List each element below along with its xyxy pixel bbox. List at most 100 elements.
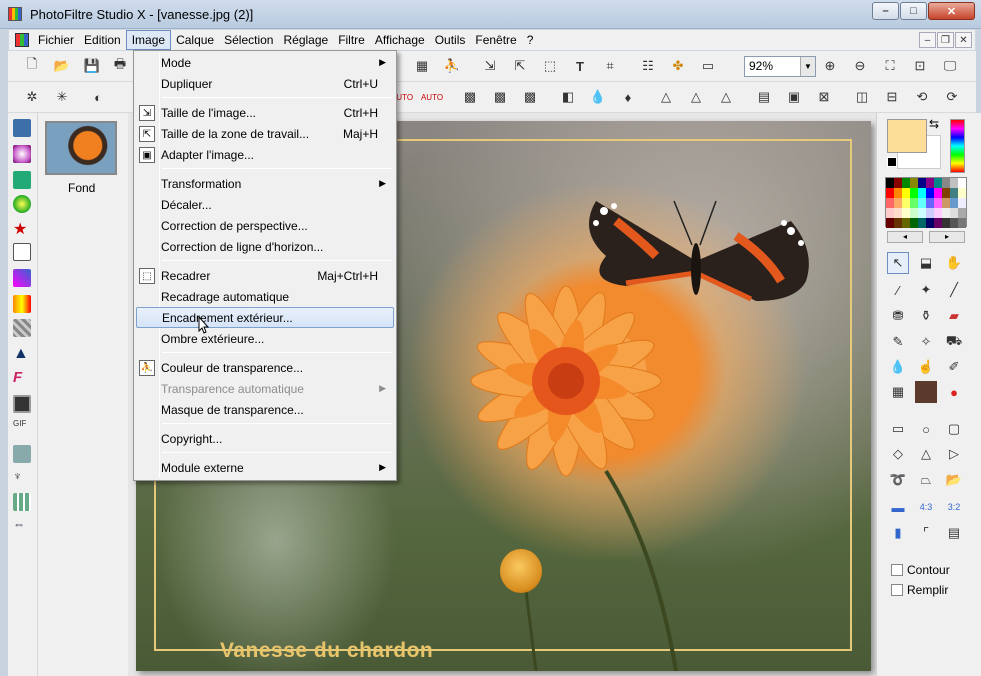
menu-item-transformation[interactable]: Transformation ▶	[136, 173, 394, 194]
sharpen-icon[interactable]: ♦	[618, 87, 638, 107]
menu-item-couleur-transparence[interactable]: ⛹ Couleur de transparence...	[136, 357, 394, 378]
menu-help[interactable]: ?	[522, 31, 539, 49]
save-icon[interactable]: 💾	[82, 56, 102, 76]
polygon-icon[interactable]: ⏢	[915, 469, 937, 491]
rectangle-shape-icon[interactable]: ▭	[887, 418, 909, 440]
wand-icon[interactable]	[13, 171, 31, 189]
palette-next-button[interactable]: ▸	[929, 231, 965, 243]
palette-swatch[interactable]	[910, 208, 918, 218]
lasso-icon[interactable]: ➰	[887, 469, 909, 491]
screen-icon[interactable]: ▣	[784, 87, 804, 107]
zoom-out-icon[interactable]: ⊖	[850, 56, 870, 76]
palette-swatch[interactable]	[934, 178, 942, 188]
palette-swatch[interactable]	[918, 198, 926, 208]
palette-swatch[interactable]	[958, 208, 966, 218]
gif-icon[interactable]: GIF	[13, 419, 31, 437]
palette-swatch[interactable]	[886, 178, 894, 188]
palette-swatch[interactable]	[934, 198, 942, 208]
menu-item-mode[interactable]: Mode ▶	[136, 52, 394, 73]
window-frame-icon[interactable]: ▤	[943, 522, 965, 544]
mountain-icon[interactable]: ▲	[13, 345, 31, 363]
menu-calque[interactable]: Calque	[171, 31, 219, 49]
line-tool-icon[interactable]: ╱	[943, 279, 965, 301]
rounded-rect-shape-icon[interactable]: ▢	[943, 418, 965, 440]
mdi-restore-button[interactable]: ❐	[937, 32, 954, 48]
palette-swatch[interactable]	[926, 208, 934, 218]
mosaic-green-icon[interactable]: ▩	[520, 87, 540, 107]
brightness-up-icon[interactable]: ✳	[52, 87, 72, 107]
menu-affichage[interactable]: Affichage	[370, 31, 430, 49]
palette-swatch[interactable]	[886, 208, 894, 218]
fullscreen-icon[interactable]: 🖵	[940, 56, 960, 76]
fill-checkbox[interactable]: Remplir	[891, 583, 948, 597]
resize-tool-icon[interactable]: ⇲	[480, 56, 500, 76]
flip-horizontal-icon[interactable]: ◫	[852, 87, 872, 107]
selection-tool-icon[interactable]: ⬚	[540, 56, 560, 76]
clone-icon[interactable]: ✐	[943, 356, 965, 378]
stamp-icon[interactable]: ⛟	[943, 331, 965, 353]
palette-swatch[interactable]	[958, 198, 966, 208]
palette-swatch[interactable]	[894, 198, 902, 208]
flip-vertical-icon[interactable]: ⊟	[882, 87, 902, 107]
palette-swatch[interactable]	[950, 208, 958, 218]
menu-item-recadrer[interactable]: ⬚ Recadrer Maj+Ctrl+H	[136, 265, 394, 286]
palette-swatch[interactable]	[918, 178, 926, 188]
palette-swatch[interactable]	[894, 218, 902, 228]
reset-colors-icon[interactable]	[887, 157, 897, 167]
palette-swatch[interactable]	[886, 218, 894, 228]
close-button[interactable]: ✕	[928, 2, 975, 20]
page-icon[interactable]	[13, 243, 31, 261]
compare-icon[interactable]: ⇔	[13, 517, 31, 535]
palette-swatch[interactable]	[910, 178, 918, 188]
palette-swatch[interactable]	[942, 188, 950, 198]
palette-swatch[interactable]	[926, 178, 934, 188]
blur-icon[interactable]: ◧	[558, 87, 578, 107]
color-palette[interactable]	[885, 177, 967, 228]
palette-swatch[interactable]	[934, 188, 942, 198]
deform-icon[interactable]: ▦	[887, 381, 909, 403]
smudge-icon[interactable]: ☝	[915, 356, 937, 378]
menu-edition[interactable]: Edition	[79, 31, 126, 49]
palette-swatch[interactable]	[934, 218, 942, 228]
menu-item-adapter[interactable]: ▣ Adapter l'image...	[136, 144, 394, 165]
menu-item-encadrement[interactable]: Encadrement extérieur...	[136, 307, 394, 328]
contour-checkbox-box[interactable]	[891, 564, 903, 576]
print-icon[interactable]: 🖶	[110, 56, 130, 76]
color-spectrum[interactable]	[950, 119, 965, 173]
fire-icon[interactable]	[13, 295, 31, 313]
menu-reglage[interactable]: Réglage	[278, 31, 333, 49]
menu-item-dupliquer[interactable]: Dupliquer Ctrl+U	[136, 73, 394, 94]
mosaic-brown-icon[interactable]: ▩	[490, 87, 510, 107]
vertical-fit-icon[interactable]: ▮	[887, 522, 909, 544]
menu-outils[interactable]: Outils	[430, 31, 471, 49]
font-icon[interactable]: F	[13, 369, 31, 387]
ratio-32-icon[interactable]: 3:2	[943, 496, 965, 518]
mdi-close-button[interactable]: ✕	[955, 32, 972, 48]
palette-swatch[interactable]	[918, 218, 926, 228]
palette-prev-button[interactable]: ◂	[887, 231, 923, 243]
sphere-icon[interactable]	[13, 195, 31, 213]
palette-swatch[interactable]	[950, 178, 958, 188]
menu-item-ombre[interactable]: Ombre extérieure...	[136, 328, 394, 349]
zoom-in-icon[interactable]: ⊕	[820, 56, 840, 76]
horizontal-fit-icon[interactable]: ▬	[887, 496, 909, 518]
transform-tool-icon[interactable]: ⌗	[600, 56, 620, 76]
triangle-shape-icon[interactable]: △	[915, 443, 937, 465]
palette-icon[interactable]: ▦	[412, 56, 432, 76]
pointer-tool-icon[interactable]: ↖	[887, 252, 909, 274]
run-icon[interactable]: ⛹	[442, 56, 462, 76]
menu-item-masque[interactable]: Masque de transparence...	[136, 399, 394, 420]
scanner-icon[interactable]	[13, 445, 31, 463]
fill-checkbox-box[interactable]	[891, 584, 903, 596]
effect-brush-icon[interactable]: ✧	[915, 331, 937, 353]
palette-swatch[interactable]	[958, 188, 966, 198]
menu-item-transparence-auto[interactable]: Transparence automatique ▶	[136, 378, 394, 399]
ratio-43-icon[interactable]: 4:3	[915, 496, 937, 518]
menu-item-recadrage-auto[interactable]: Recadrage automatique	[136, 286, 394, 307]
hand-tool-icon[interactable]: ✋	[943, 252, 965, 274]
palette-swatch[interactable]	[902, 208, 910, 218]
batch-icon[interactable]	[13, 493, 31, 511]
triangle-right-shape-icon[interactable]: ▷	[943, 443, 965, 465]
brightness-down-icon[interactable]: ✲	[22, 87, 42, 107]
eyedropper-icon[interactable]: ⁄	[887, 279, 909, 301]
